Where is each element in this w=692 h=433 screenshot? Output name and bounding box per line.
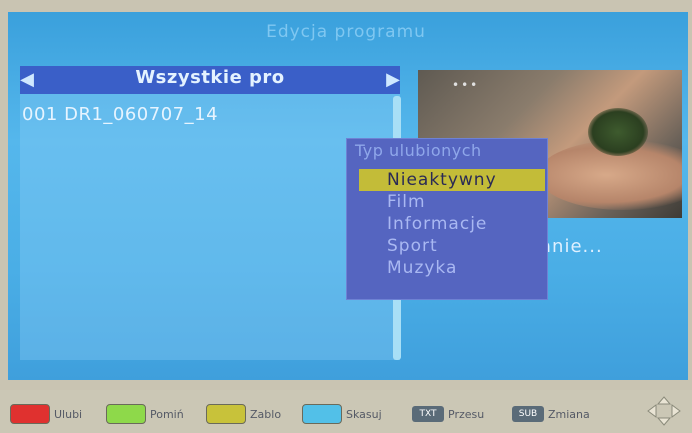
yellow-button-label: Zablo <box>250 407 282 421</box>
favorite-type-option-film[interactable]: Film <box>359 191 545 213</box>
red-button-favorite[interactable]: Ulubi <box>10 404 82 424</box>
favorite-type-option-sport[interactable]: Sport <box>359 235 545 257</box>
favorite-type-option-news[interactable]: Informacje <box>359 213 545 235</box>
red-key-icon <box>10 404 50 424</box>
red-button-label: Ulubi <box>54 407 83 421</box>
favorite-type-list: Nieaktywny Film Informacje Sport Muzyka <box>359 169 545 279</box>
txt-button-move[interactable]: TXT Przesu <box>412 404 484 424</box>
channel-list-header[interactable]: ◀ Wszystkie pro ▶ <box>20 66 400 94</box>
arrow-right-icon[interactable]: ▶ <box>386 68 400 92</box>
txt-button-label: Przesu <box>448 407 485 421</box>
green-button-skip[interactable]: Pomiń <box>106 404 184 424</box>
sub-key-icon: SUB <box>512 406 544 422</box>
sub-button-rename[interactable]: SUB Zmiana <box>512 404 590 424</box>
channel-list-header-label: Wszystkie pro <box>135 67 285 88</box>
button-legend-bar: Ulubi Pomiń Zablo Skasuj TXT Przesu SUB … <box>0 390 692 433</box>
yellow-key-icon <box>206 404 246 424</box>
direction-pad-icon <box>647 396 681 426</box>
favorite-type-option-inactive[interactable]: Nieaktywny <box>359 169 545 191</box>
preview-image-plant <box>588 108 648 156</box>
green-key-icon <box>106 404 146 424</box>
txt-key-icon: TXT <box>412 406 444 422</box>
page-title: Edycja programu <box>266 22 426 42</box>
favorite-type-popup: Typ ulubionych Nieaktywny Film Informacj… <box>346 138 548 300</box>
status-text: anie... <box>540 236 603 257</box>
blue-button-label: Skasuj <box>346 407 382 421</box>
sub-button-label: Zmiana <box>548 407 590 421</box>
channel-list-item[interactable]: 001 DR1_060707_14 <box>22 104 218 125</box>
blue-key-icon <box>302 404 342 424</box>
favorite-type-option-music[interactable]: Muzyka <box>359 257 545 279</box>
preview-overlay-text: ••• <box>452 78 480 92</box>
green-button-label: Pomiń <box>150 407 184 421</box>
blue-button-delete[interactable]: Skasuj <box>302 404 382 424</box>
yellow-button-lock[interactable]: Zablo <box>206 404 281 424</box>
popup-title: Typ ulubionych <box>355 141 482 160</box>
